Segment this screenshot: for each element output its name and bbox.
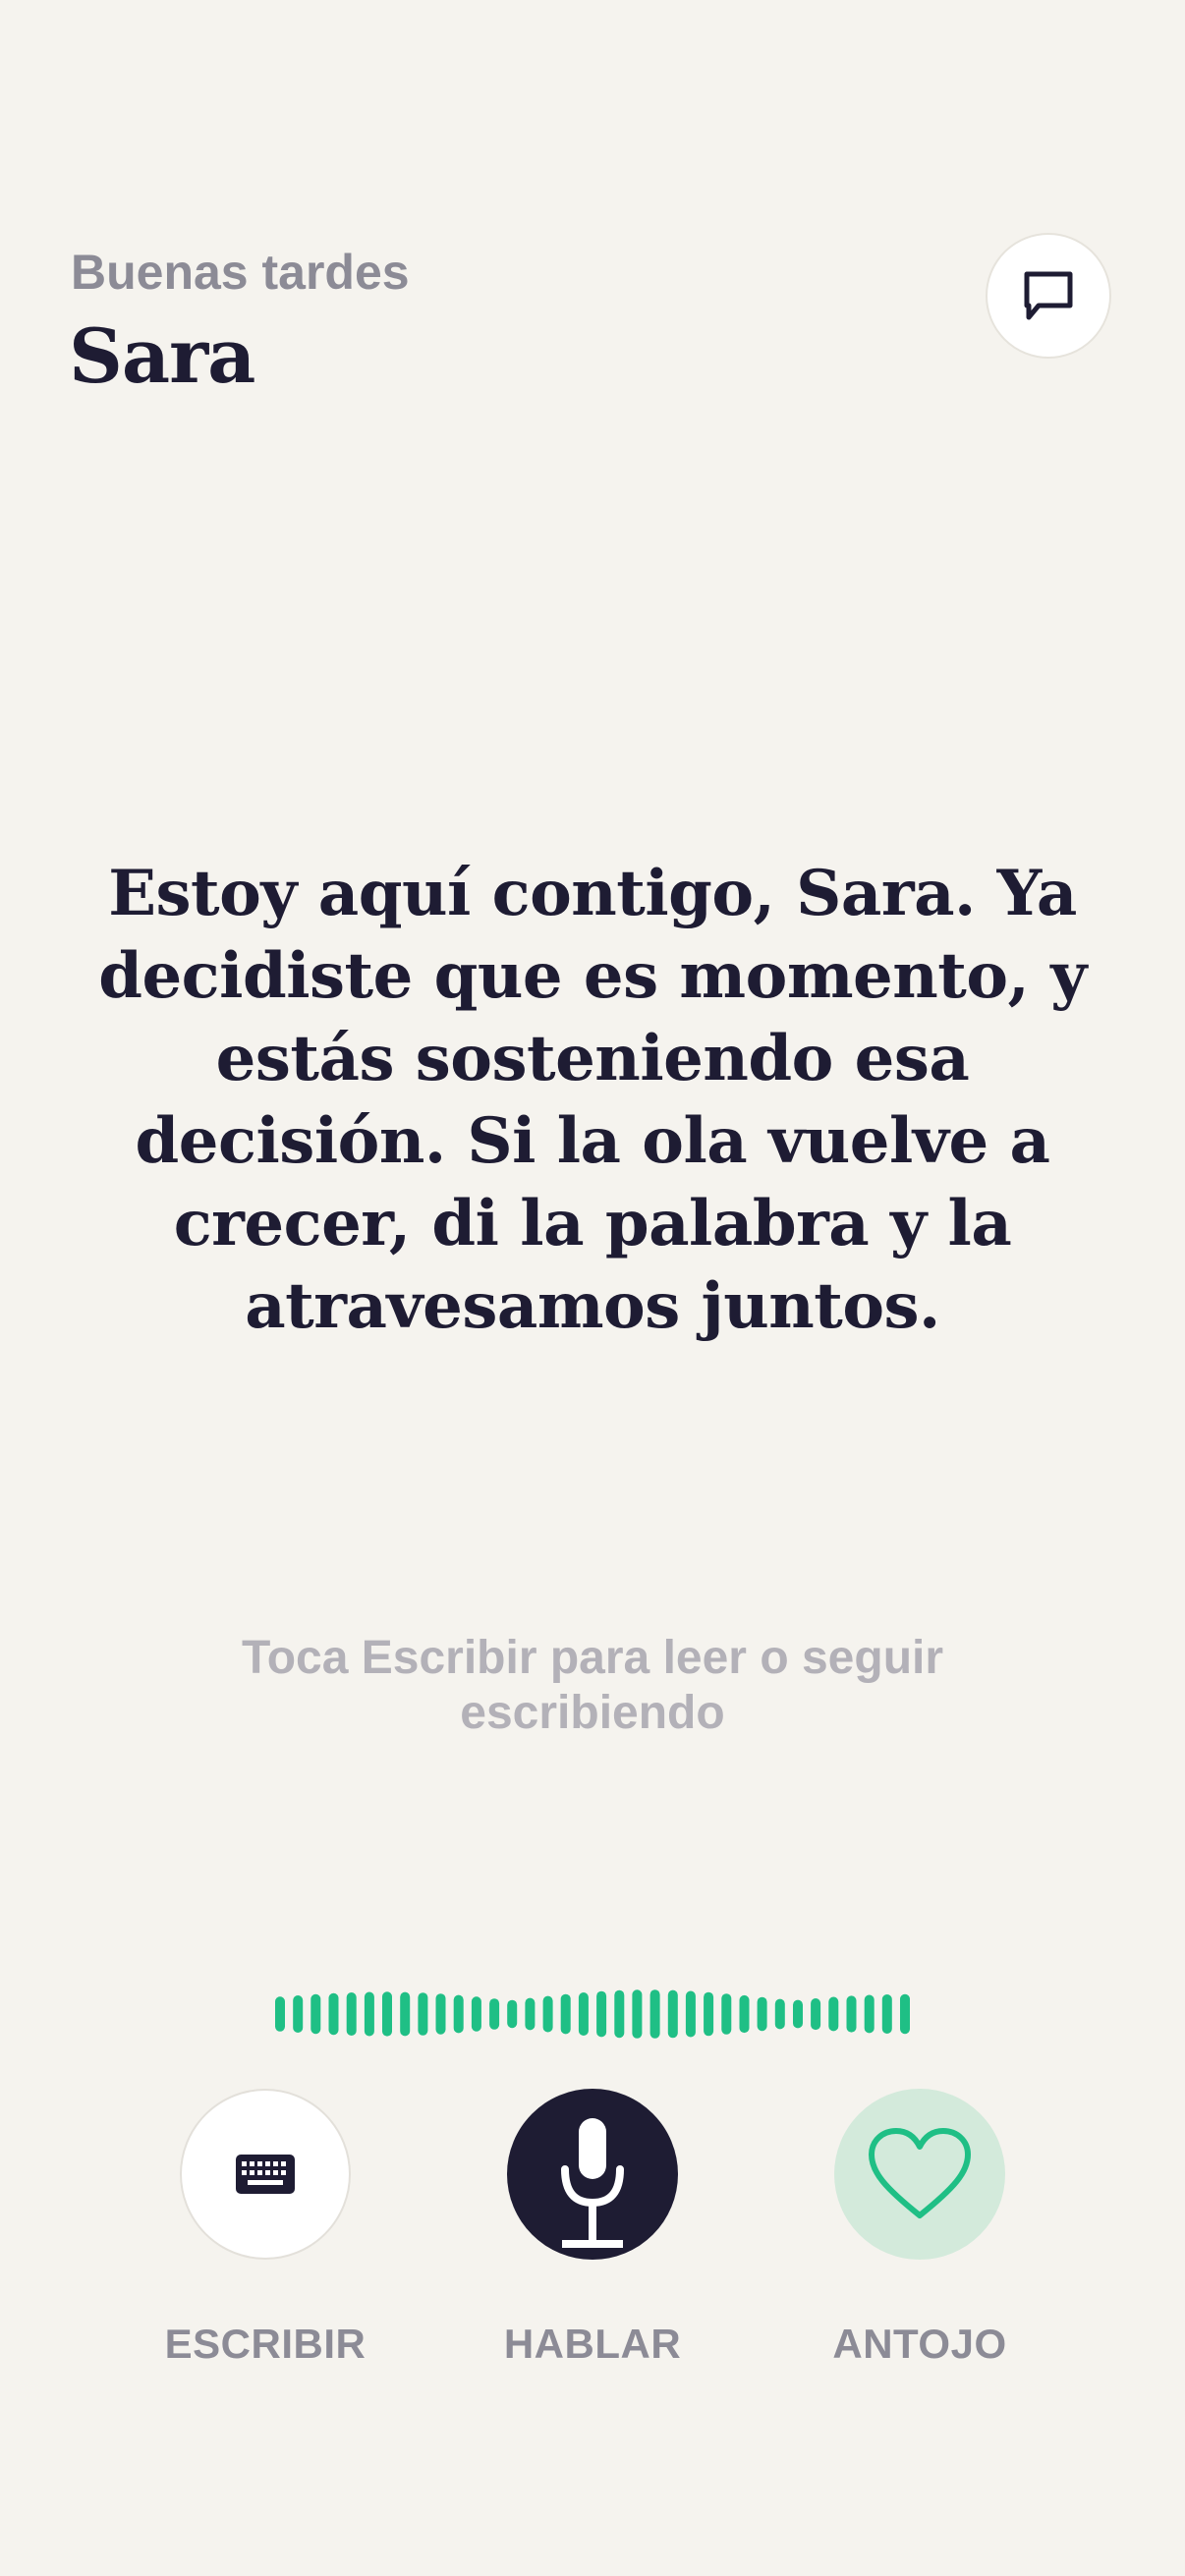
hint-text: Toca Escribir para leer o seguir escribi… bbox=[241, 1632, 944, 1739]
waveform-bar bbox=[864, 1994, 875, 2034]
keyboard-icon bbox=[236, 2155, 295, 2194]
waveform-bar bbox=[578, 1992, 589, 2036]
waveform-bar bbox=[649, 1989, 660, 2039]
waveform-bar bbox=[757, 1996, 767, 2032]
speak-label: HABLAR bbox=[503, 2321, 682, 2367]
waveform-bar bbox=[614, 1989, 625, 2039]
waveform-bar bbox=[400, 1991, 411, 2037]
waveform-bar bbox=[900, 1993, 910, 2035]
write-label: ESCRIBIR bbox=[164, 2321, 367, 2367]
waveform-bar bbox=[418, 1992, 428, 2036]
craving-button[interactable] bbox=[834, 2089, 1005, 2260]
waveform-bar bbox=[667, 1989, 678, 2039]
waveform-bar bbox=[811, 1998, 821, 2031]
write-button[interactable] bbox=[180, 2089, 351, 2260]
waveform-bar bbox=[310, 1993, 321, 2035]
speak-button[interactable] bbox=[507, 2089, 678, 2260]
waveform-bar bbox=[793, 1999, 803, 2029]
waveform-bar bbox=[328, 1992, 339, 2036]
waveform-bar bbox=[435, 1993, 446, 2035]
speech-bubble-icon bbox=[1024, 271, 1073, 320]
waveform-bar bbox=[346, 1992, 357, 2036]
waveform-bar bbox=[739, 1994, 750, 2034]
waveform-bar bbox=[828, 1996, 839, 2032]
waveform-bar bbox=[275, 1996, 285, 2032]
waveform-bar bbox=[453, 1994, 464, 2034]
waveform-bar bbox=[542, 1995, 553, 2033]
waveform-bar bbox=[293, 1995, 304, 2033]
waveform-bar bbox=[596, 1990, 607, 2038]
waveform-bar bbox=[489, 1998, 500, 2030]
waveform-bar bbox=[382, 1991, 392, 2037]
waveform-bar bbox=[881, 1994, 892, 2034]
waveform-bar bbox=[560, 1993, 571, 2035]
waveform-bar bbox=[721, 1993, 732, 2035]
waveform-bar bbox=[471, 1996, 481, 2032]
waveform-bar bbox=[364, 1991, 374, 2037]
microphone-icon bbox=[561, 2118, 624, 2248]
audio-waveform bbox=[275, 1989, 910, 2039]
assistant-message: Estoy aquí contigo, Sara. Ya decidiste q… bbox=[98, 857, 1087, 1343]
waveform-bar bbox=[525, 1997, 536, 2031]
heart-icon bbox=[869, 2128, 971, 2218]
greeting-text: Buenas tardes bbox=[71, 245, 410, 300]
craving-label: ANTOJO bbox=[832, 2321, 1007, 2367]
waveform-bar bbox=[685, 1990, 696, 2038]
waveform-bar bbox=[507, 1999, 518, 2029]
user-name: Sara bbox=[69, 312, 255, 400]
waveform-bar bbox=[704, 1991, 714, 2037]
waveform-bar bbox=[846, 1995, 857, 2033]
chat-history-button[interactable] bbox=[986, 233, 1111, 359]
waveform-bar bbox=[774, 1998, 785, 2030]
waveform-bar bbox=[632, 1989, 643, 2039]
